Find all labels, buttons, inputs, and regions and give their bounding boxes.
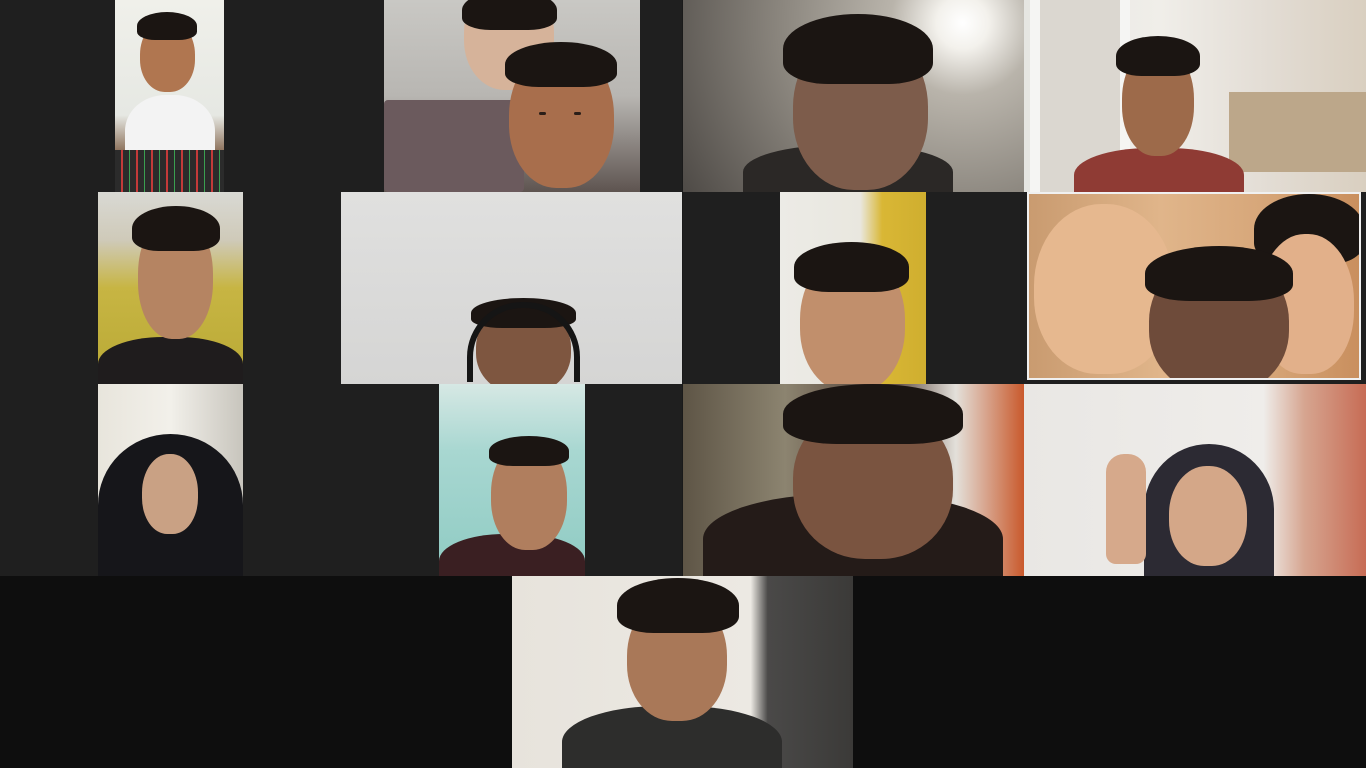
participant-tile-8[interactable] [1024, 192, 1366, 384]
participant-hair [505, 42, 617, 87]
participant-head [142, 454, 198, 534]
participant-head [1169, 466, 1247, 566]
participant-video-10 [439, 384, 585, 576]
participant-tile-10[interactable] [341, 384, 682, 576]
participant-tile-9[interactable] [0, 384, 341, 576]
participant-tile-7[interactable] [683, 192, 1024, 384]
participant-hair [617, 578, 739, 633]
participant-video-3 [683, 0, 1024, 192]
participant-tile-4[interactable] [1024, 0, 1366, 192]
participant-tile-13[interactable] [512, 576, 853, 768]
participant-hair [794, 242, 909, 292]
participant-hair [132, 206, 220, 251]
participant-video-6 [341, 192, 682, 384]
participant-hair [783, 384, 963, 444]
participant-video-4 [1024, 0, 1366, 192]
participant-video-1 [115, 0, 224, 192]
keyboard-image [115, 150, 224, 192]
participant-tile-5[interactable] [0, 192, 341, 384]
phone-image [384, 100, 524, 192]
participant-hair [462, 0, 557, 30]
participant-tile-1[interactable] [0, 0, 341, 192]
participant-hair [137, 12, 197, 40]
shelf-image [1229, 92, 1366, 172]
participant-hair [489, 436, 569, 466]
video-gallery [0, 0, 1366, 768]
participant-video-5 [98, 192, 243, 384]
participant-video-7 [780, 192, 926, 384]
participant-hair [1116, 36, 1200, 76]
participant-video-9 [98, 384, 243, 576]
participant-tile-11[interactable] [683, 384, 1024, 576]
participant-video-12 [1024, 384, 1366, 576]
participant-eye [539, 112, 546, 115]
participant-tile-3[interactable] [683, 0, 1024, 192]
participant-hair [1145, 246, 1293, 301]
participant-video-2 [384, 0, 640, 192]
participant-eye [574, 112, 581, 115]
participant-hair [783, 14, 933, 84]
participant-video-8 [1027, 192, 1361, 380]
participant-tile-12[interactable] [1024, 384, 1366, 576]
participant-tile-6[interactable] [341, 192, 682, 384]
participant-video-13 [512, 576, 853, 768]
participant-body [98, 337, 243, 384]
participant-tile-2[interactable] [341, 0, 682, 192]
participant-video-11 [683, 384, 1024, 576]
peace-sign-hand [1106, 454, 1146, 564]
